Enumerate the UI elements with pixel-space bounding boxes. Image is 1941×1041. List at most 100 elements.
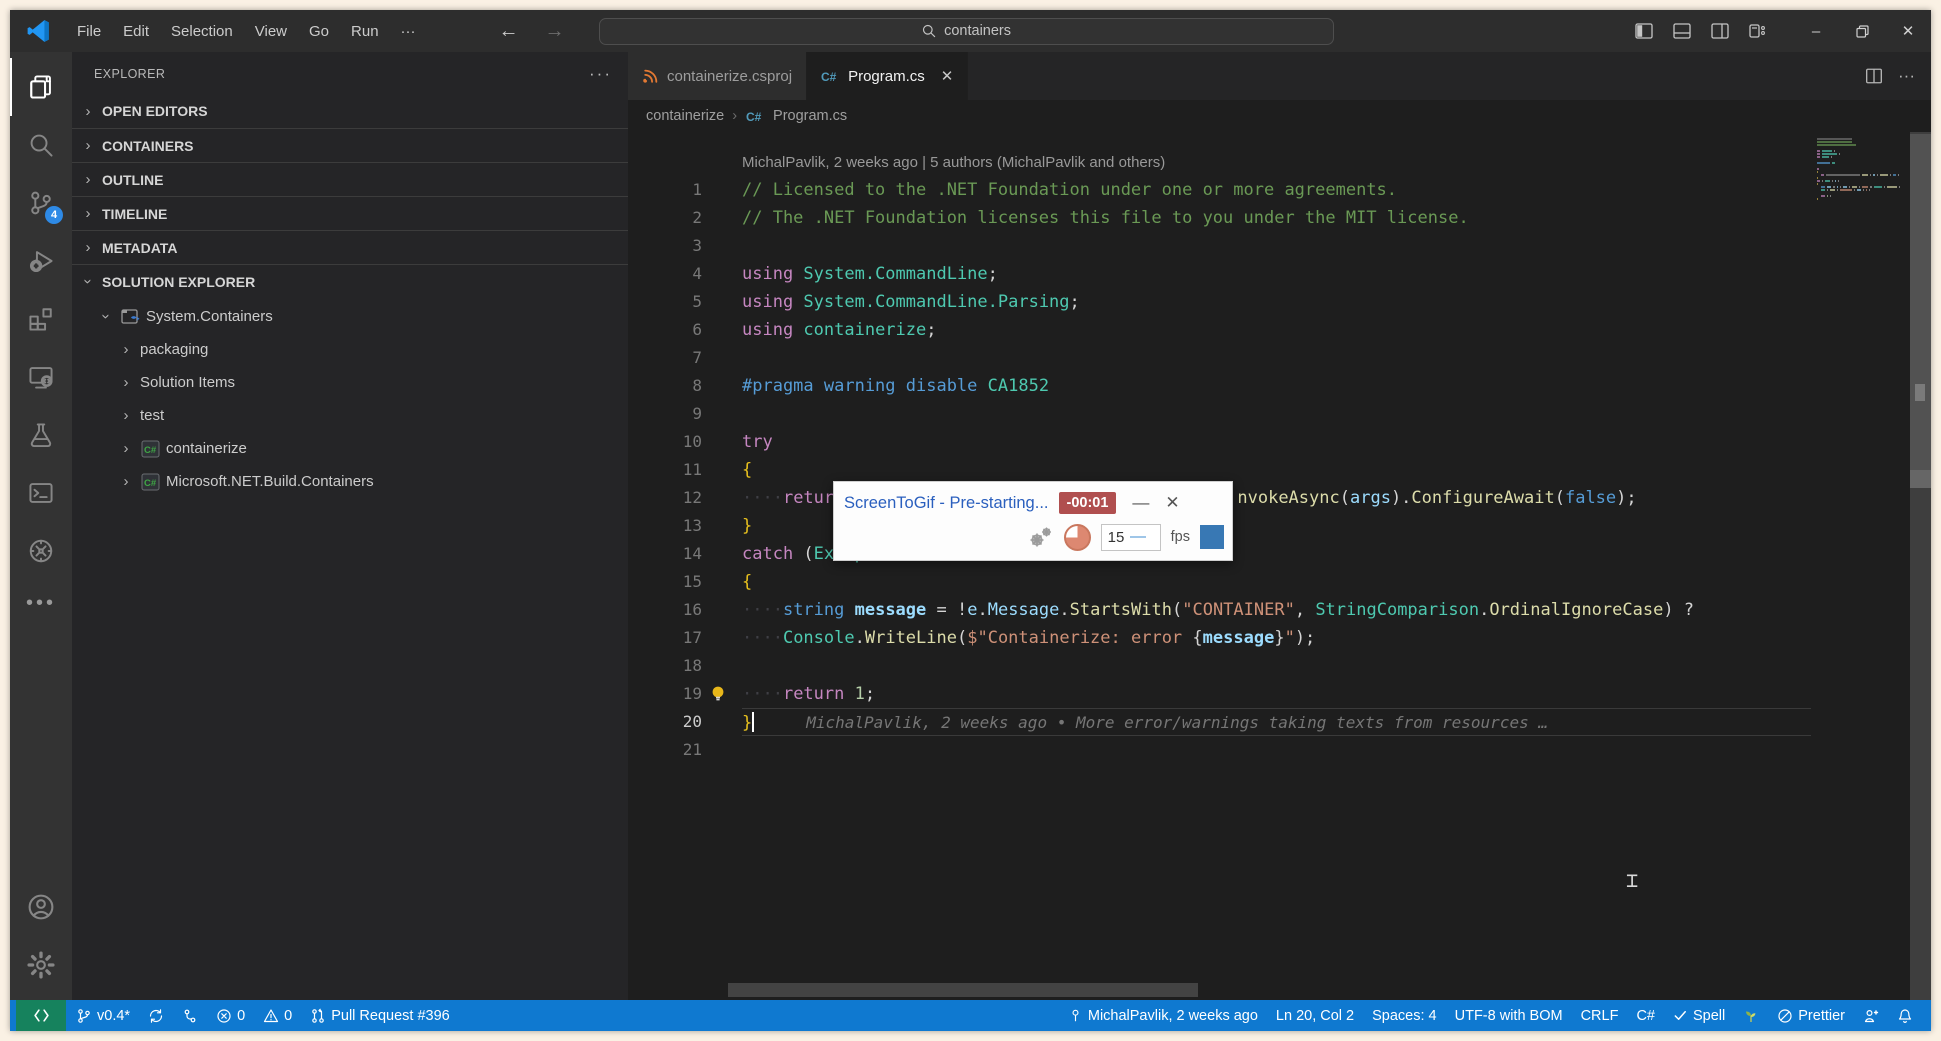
menu-item-view[interactable]: View — [244, 18, 298, 45]
code-editor[interactable]: 123456789101112131415161718192021 Michal… — [628, 132, 1931, 1000]
status-ln-20--col-2[interactable]: Ln 20, Col 2 — [1268, 1000, 1362, 1031]
record-pie-icon[interactable] — [1064, 524, 1091, 551]
status-michalpavlik--2-weeks-ag[interactable]: MichalPavlik, 2 weeks ago — [1060, 1000, 1266, 1031]
search-icon — [921, 23, 937, 39]
tab-containerize-csproj[interactable]: containerize.csproj — [628, 52, 807, 100]
close-button[interactable]: ✕ — [1885, 10, 1931, 52]
seedling-icon[interactable] — [1735, 1000, 1767, 1031]
tree-item[interactable]: ›test — [72, 399, 628, 432]
sidebar-section-open-editors[interactable]: ›OPEN EDITORS — [72, 94, 628, 128]
tab-close-icon[interactable]: ✕ — [941, 67, 954, 85]
code-line — [742, 232, 1811, 260]
restore-button[interactable] — [1839, 10, 1885, 52]
status-prettier[interactable]: Prettier — [1769, 1000, 1853, 1031]
menu-item-edit[interactable]: Edit — [112, 18, 160, 45]
search-value: containers — [944, 23, 1011, 39]
tree-item-label: Solution Items — [140, 374, 235, 391]
sidebar-section-containers[interactable]: ›CONTAINERS — [72, 128, 628, 162]
vertical-scrollbar-thumb[interactable] — [1910, 134, 1931, 472]
bell-icon[interactable] — [1889, 1000, 1921, 1031]
fps-spinner[interactable] — [1130, 536, 1146, 538]
timer-badge: -00:01 — [1059, 492, 1117, 514]
status-pull-request-#396[interactable]: Pull Request #396 — [302, 1000, 458, 1031]
layout-customize-icon[interactable] — [1741, 16, 1775, 46]
status-crlf[interactable]: CRLF — [1573, 1000, 1627, 1031]
csharp-file-icon: C# — [821, 68, 840, 85]
status-c#[interactable]: C# — [1628, 1000, 1663, 1031]
account-icon[interactable] — [10, 878, 72, 936]
terminal-icon[interactable] — [10, 464, 72, 522]
tree-item[interactable]: ›Solution Items — [72, 366, 628, 399]
tab-program-cs[interactable]: C#Program.cs✕ — [807, 52, 968, 100]
section-label: TIMELINE — [102, 206, 167, 222]
search-icon[interactable] — [10, 116, 72, 174]
status-utf-8-with-bom[interactable]: UTF-8 with BOM — [1447, 1000, 1571, 1031]
dialog-minimize-button[interactable]: — — [1132, 493, 1149, 513]
csharp-file-icon: C# — [745, 107, 765, 125]
sidebar-section-solution-explorer[interactable]: ›SOLUTION EXPLORER — [72, 264, 628, 298]
sync-icon[interactable] — [140, 1000, 172, 1031]
settings-gear-icon[interactable] — [10, 936, 72, 994]
chevron-right-icon: › — [80, 239, 96, 256]
tree-item[interactable]: ›System.Containers — [72, 300, 628, 333]
menu-item-go[interactable]: Go — [298, 18, 340, 45]
tree-item[interactable]: ›C#containerize — [72, 432, 628, 465]
forward-arrow-icon[interactable]: → — [545, 20, 565, 43]
breadcrumb-file[interactable]: Program.cs — [773, 108, 847, 124]
git-graph-icon[interactable] — [174, 1000, 206, 1031]
remote-indicator[interactable] — [16, 1000, 66, 1031]
gears-icon[interactable] — [1028, 525, 1054, 549]
extensions-icon[interactable] — [10, 290, 72, 348]
layout-sidebar-icon[interactable] — [1627, 16, 1661, 46]
scrollbar-marker — [1915, 384, 1925, 401]
status-label: UTF-8 with BOM — [1455, 1008, 1563, 1024]
status-spell[interactable]: Spell — [1665, 1000, 1733, 1031]
menu-item-selection[interactable]: Selection — [160, 18, 244, 45]
lightbulb-icon[interactable] — [710, 685, 726, 703]
sidebar-section-metadata[interactable]: ›METADATA — [72, 230, 628, 264]
menu-item-run[interactable]: Run — [340, 18, 390, 45]
minimap-line — [1817, 171, 1909, 173]
horizontal-scrollbar-thumb[interactable] — [728, 983, 1198, 997]
code-line: }MichalPavlik, 2 weeks ago • More error/… — [742, 708, 1811, 736]
sidebar-section-timeline[interactable]: ›TIMELINE — [72, 196, 628, 230]
sidebar-section-outline[interactable]: ›OUTLINE — [72, 162, 628, 196]
back-arrow-icon[interactable]: ← — [499, 20, 519, 43]
tab-label: containerize.csproj — [667, 68, 792, 85]
tree-item[interactable]: ›packaging — [72, 333, 628, 366]
fps-input[interactable]: 15 — [1101, 524, 1161, 551]
breadcrumb-folder[interactable]: containerize — [646, 108, 724, 124]
testing-icon[interactable] — [10, 406, 72, 464]
status-0[interactable]: 0 — [208, 1000, 253, 1031]
split-editor-icon[interactable] — [1864, 67, 1884, 85]
minimize-button[interactable]: – — [1793, 10, 1839, 52]
svg-text:C#: C# — [746, 110, 762, 124]
dialog-close-button[interactable]: ✕ — [1165, 493, 1179, 513]
fps-label: fps — [1171, 529, 1190, 545]
vertical-scrollbar[interactable] — [1910, 132, 1931, 1000]
status-v0-4-[interactable]: v0.4* — [68, 1000, 138, 1031]
layout-panel-icon[interactable] — [1665, 16, 1699, 46]
minimap[interactable] — [1817, 138, 1909, 204]
compass-icon[interactable] — [10, 522, 72, 580]
menu-item-file[interactable]: File — [66, 18, 112, 45]
inline-blame: MichalPavlik, 2 weeks ago • More error/w… — [806, 713, 1548, 732]
source-control-icon[interactable]: 4 — [10, 174, 72, 232]
run-debug-icon[interactable] — [10, 232, 72, 290]
feedback-icon[interactable] — [1855, 1000, 1887, 1031]
svg-text:C#: C# — [144, 478, 157, 489]
tree-item[interactable]: ›C#Microsoft.NET.Build.Containers — [72, 465, 628, 498]
command-center-search[interactable]: containers — [599, 18, 1334, 45]
layout-secondary-sidebar-icon[interactable] — [1703, 16, 1737, 46]
minimap-line — [1817, 159, 1909, 161]
remote-explorer-icon[interactable] — [10, 348, 72, 406]
record-button[interactable] — [1200, 525, 1224, 549]
more-views-icon[interactable]: ••• — [26, 580, 56, 626]
editor-more-actions[interactable]: ··· — [1898, 66, 1915, 86]
status-0[interactable]: 0 — [255, 1000, 300, 1031]
minimap-line — [1817, 141, 1909, 143]
explorer-icon[interactable] — [10, 58, 72, 116]
sidebar-more-actions[interactable]: ··· — [589, 64, 612, 84]
status-spaces--4[interactable]: Spaces: 4 — [1364, 1000, 1445, 1031]
menu-item-[interactable]: ··· — [390, 18, 427, 45]
